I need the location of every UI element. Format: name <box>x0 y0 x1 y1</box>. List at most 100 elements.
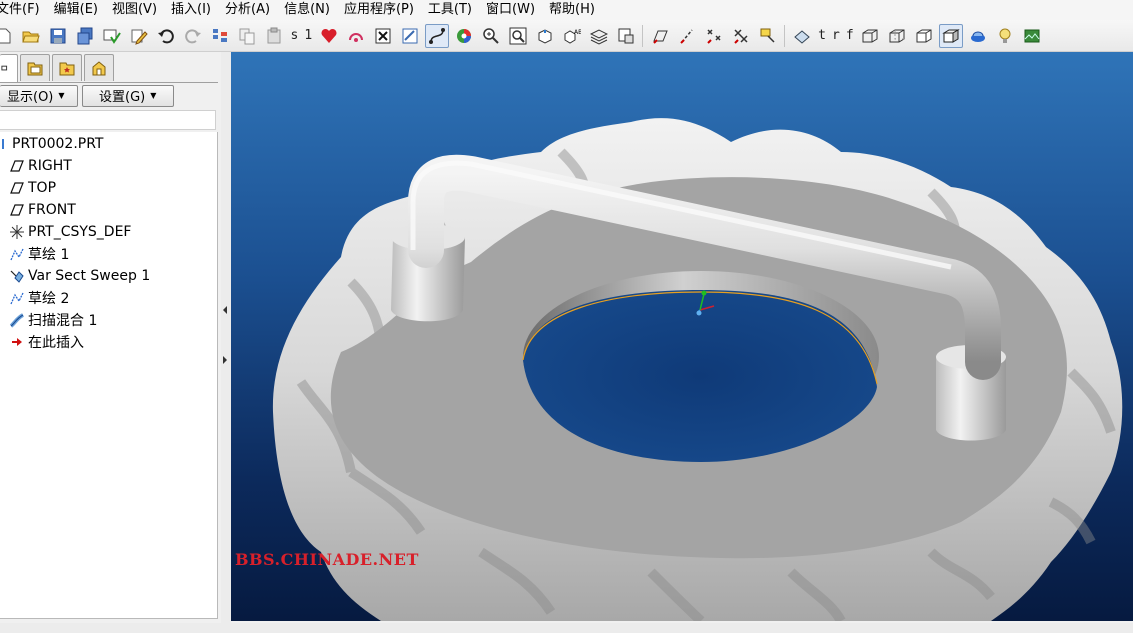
menu-insert[interactable]: 插入(I) <box>164 0 218 20</box>
point-display-button[interactable] <box>702 24 726 48</box>
tree-item-var-sect-sweep[interactable]: Var Sect Sweep 1 <box>8 265 150 287</box>
pencil-icon <box>131 29 148 45</box>
tree-item-swept-blend[interactable]: 扫描混合 1 <box>8 309 97 331</box>
open-file-button[interactable] <box>19 24 43 48</box>
close-window-button[interactable] <box>371 24 395 48</box>
zoom-fit-button[interactable] <box>506 24 530 48</box>
new-file-button[interactable] <box>0 24 16 48</box>
collapse-left-icon[interactable] <box>223 306 227 314</box>
no-hidden-button[interactable] <box>912 24 936 48</box>
tree-item-csys[interactable]: PRT_CSYS_DEF <box>8 221 131 243</box>
toolbar-text-1[interactable]: 1 <box>301 28 315 43</box>
settings-dropdown-label: 设置(G) <box>99 90 146 105</box>
connections-icon <box>92 61 106 76</box>
wireframe-button[interactable] <box>858 24 882 48</box>
plane-display-button[interactable] <box>648 24 672 48</box>
save-button[interactable] <box>46 24 70 48</box>
heart-icon <box>321 28 337 43</box>
tab-model-tree[interactable] <box>0 54 18 82</box>
toolbar-text-s[interactable]: s <box>288 28 302 43</box>
edit-definition-button[interactable] <box>127 24 151 48</box>
favorites-button[interactable] <box>317 24 341 48</box>
toolbar-text-t[interactable]: t <box>815 28 829 43</box>
tree-item-sketch-1[interactable]: 草绘 1 <box>8 243 69 265</box>
menu-file[interactable]: 文件(F) <box>0 0 47 20</box>
saved-views-icon: AB <box>564 29 581 44</box>
tree-item-label: RIGHT <box>28 158 72 174</box>
tree-item-label: 扫描混合 1 <box>28 313 98 329</box>
paste-button[interactable] <box>262 24 286 48</box>
repaint-icon <box>402 28 418 43</box>
tab-favorites[interactable] <box>52 54 82 81</box>
view-direction-icon <box>793 29 810 44</box>
menu-view[interactable]: 视图(V) <box>105 0 164 20</box>
csys-display-button[interactable] <box>729 24 753 48</box>
tree-item-top[interactable]: TOP <box>8 177 56 199</box>
settings-dropdown[interactable]: 设置(G) ▼ <box>82 84 174 107</box>
tree-item-right[interactable]: RIGHT <box>8 155 72 177</box>
shading-button[interactable] <box>939 23 964 48</box>
enhanced-realism-button[interactable] <box>966 24 990 48</box>
window-list-icon <box>103 29 121 44</box>
datum-plane-toggle-icon <box>652 30 668 44</box>
reorient-button[interactable] <box>533 24 557 48</box>
view-manager-button[interactable] <box>614 24 638 48</box>
copy-button[interactable] <box>235 24 259 48</box>
tree-item-sketch-2[interactable]: 草绘 2 <box>8 287 69 309</box>
tree-item-label: TOP <box>28 180 57 196</box>
datum-plane-icon <box>8 201 26 219</box>
graphics-viewport[interactable] <box>231 52 1133 621</box>
menu-window[interactable]: 窗口(W) <box>479 0 542 20</box>
chevron-down-icon: ▼ <box>58 91 65 100</box>
spin-center-button[interactable] <box>344 24 368 48</box>
folder-open-icon <box>22 31 40 42</box>
menu-applications[interactable]: 应用程序(P) <box>337 0 421 20</box>
show-dropdown[interactable]: 显示(O) ▼ <box>0 84 78 107</box>
reorient-icon <box>538 28 552 44</box>
redo-button[interactable] <box>181 24 205 48</box>
regenerate-button[interactable] <box>208 24 232 48</box>
hidden-line-cube-icon <box>889 29 905 42</box>
navigator-panel: 显示(O) ▼ 设置(G) ▼ PRT0002.PRT RIGHT TOP FRON… <box>0 52 221 623</box>
appearance-gallery-button[interactable] <box>452 24 476 48</box>
zoom-in-icon <box>482 27 499 44</box>
session-manager-button[interactable] <box>100 24 124 48</box>
shaded-cube-icon <box>942 28 960 43</box>
paste-icon <box>267 27 281 43</box>
menu-help[interactable]: 帮助(H) <box>542 0 602 20</box>
spin-center-toggle-button[interactable] <box>790 24 814 48</box>
chevron-down-icon: ▼ <box>150 91 157 100</box>
menu-edit[interactable]: 编辑(E) <box>47 0 105 20</box>
hidden-line-button[interactable] <box>885 24 909 48</box>
undo-button[interactable] <box>154 24 178 48</box>
datum-point-toggle-icon <box>706 28 721 44</box>
menu-info[interactable]: 信息(N) <box>277 0 337 20</box>
zoom-in-button[interactable] <box>479 24 503 48</box>
coordinate-system-icon <box>8 223 26 241</box>
folder-browser-icon <box>27 62 43 76</box>
tab-connections[interactable] <box>84 54 114 81</box>
orient-mode-button[interactable] <box>424 23 449 48</box>
tab-folder-browser[interactable] <box>20 54 50 81</box>
panel-splitter[interactable] <box>221 52 231 623</box>
layers-icon <box>589 28 608 45</box>
annotation-display-button[interactable] <box>756 24 780 48</box>
repaint-button[interactable] <box>398 24 422 48</box>
expand-right-icon[interactable] <box>223 356 227 364</box>
menu-bar: 文件(F) 编辑(E) 视图(V) 插入(I) 分析(A) 信息(N) 应用程序… <box>0 0 1133 20</box>
saved-views-button[interactable]: AB <box>560 24 584 48</box>
menu-analysis[interactable]: 分析(A) <box>218 0 277 20</box>
save-copy-button[interactable] <box>73 24 97 48</box>
color-wheel-icon <box>456 28 471 43</box>
tree-item-front[interactable]: FRONT <box>8 199 76 221</box>
lights-button[interactable] <box>993 24 1017 48</box>
toolbar-text-r[interactable]: r <box>829 28 843 43</box>
toolbar-text-f[interactable]: f <box>843 28 857 43</box>
axis-display-button[interactable] <box>675 24 699 48</box>
layers-button[interactable] <box>587 24 611 48</box>
menu-tools[interactable]: 工具(T) <box>421 0 479 20</box>
tree-item-insert-here[interactable]: 在此插入 <box>8 331 84 353</box>
tree-item-label: PRT_CSYS_DEF <box>28 224 132 240</box>
scene-button[interactable] <box>1020 24 1044 48</box>
tree-item-root[interactable]: PRT0002.PRT <box>0 133 104 155</box>
